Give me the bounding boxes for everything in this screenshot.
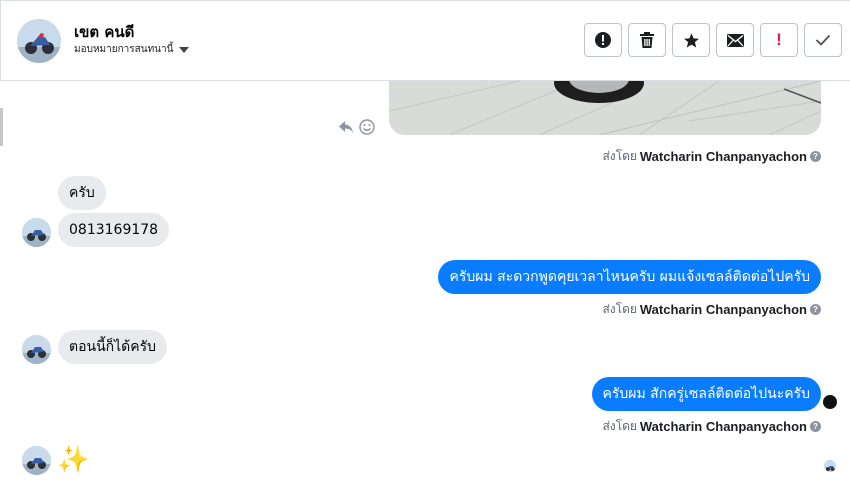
checkmark-icon (815, 34, 831, 46)
mark-important-button[interactable]: ! (760, 23, 798, 57)
seen-indicator-icon (823, 395, 837, 409)
assign-conversation-label: มอบหมายการสนทนานี้ (74, 44, 174, 55)
star-icon (683, 32, 700, 49)
outgoing-message[interactable]: ครับผม สะดวกพูดคุยเวลาไหนครับ ผมแจ้งเซลล… (438, 260, 821, 294)
sender-name: Watcharin Chanpanyachon (639, 302, 807, 317)
sent-by-prefix: ส่งโดย (602, 419, 637, 433)
contact-avatar-small[interactable] (22, 335, 51, 364)
message-actions (338, 119, 375, 140)
sent-by-label: ส่งโดย Watcharin Chanpanyachon ? (602, 417, 821, 436)
read-receipt-avatar (824, 460, 836, 472)
trash-icon (639, 31, 655, 49)
help-icon[interactable]: ? (810, 421, 821, 432)
incoming-message[interactable]: ตอนนี้ก็ได้ครับ (58, 330, 168, 364)
contact-name: เขต คนดี (74, 23, 135, 41)
delete-button[interactable] (628, 23, 666, 57)
sent-by-label: ส่งโดย Watcharin Chanpanyachon ? (602, 147, 821, 166)
reply-icon[interactable] (338, 120, 354, 139)
sent-by-prefix: ส่งโดย (602, 302, 637, 316)
star-button[interactable] (672, 23, 710, 57)
help-icon[interactable]: ? (810, 151, 821, 162)
contact-avatar-small[interactable] (22, 446, 51, 475)
scrollbar-thumb[interactable] (0, 108, 3, 146)
incoming-message[interactable]: 0813169178 (58, 213, 170, 247)
report-spam-button[interactable] (584, 23, 622, 57)
contact-avatar-small[interactable] (22, 218, 51, 247)
red-exclamation-icon: ! (776, 30, 782, 49)
sender-name: Watcharin Chanpanyachon (639, 149, 807, 164)
conversation-actions-toolbar: ! (584, 23, 842, 57)
sparkles-emoji-message[interactable]: ✨ (57, 446, 89, 474)
conversation-header: เขต คนดี มอบหมายการสนทนานี้ ! (0, 0, 850, 81)
mark-done-button[interactable] (804, 23, 842, 57)
outgoing-message[interactable]: ครับผม สักครู่เซลล์ติดต่อไปนะครับ (591, 377, 821, 411)
emoji-react-icon[interactable] (359, 119, 375, 140)
caret-down-icon (179, 46, 190, 53)
sender-name: Watcharin Chanpanyachon (639, 419, 807, 434)
sent-by-label: ส่งโดย Watcharin Chanpanyachon ? (602, 300, 821, 319)
exclamation-circle-icon (594, 31, 612, 49)
assign-conversation-dropdown[interactable]: มอบหมายการสนทนานี้ (74, 42, 190, 57)
envelope-icon (726, 33, 744, 47)
mark-unread-button[interactable] (716, 23, 754, 57)
sent-by-prefix: ส่งโดย (602, 149, 637, 163)
contact-avatar[interactable] (17, 19, 61, 63)
image-attachment[interactable] (389, 81, 821, 135)
incoming-message[interactable]: ครับ (58, 176, 106, 210)
help-icon[interactable]: ? (810, 304, 821, 315)
